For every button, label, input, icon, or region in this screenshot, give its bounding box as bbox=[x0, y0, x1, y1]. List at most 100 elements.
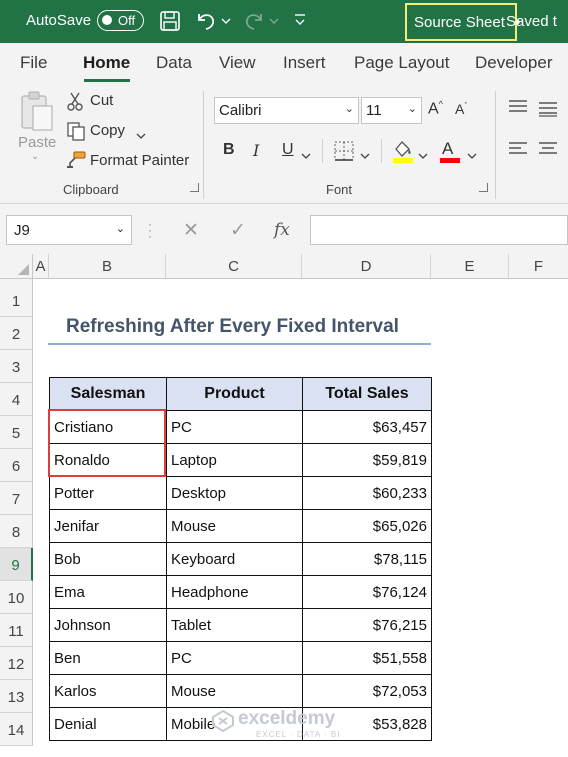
paste-button[interactable]: Paste ⌄ bbox=[16, 90, 56, 166]
insert-function-icon[interactable]: fx bbox=[274, 220, 290, 240]
row-header-13[interactable]: 13 bbox=[0, 680, 33, 713]
header-salesman[interactable]: Salesman bbox=[49, 377, 167, 411]
row-header-14[interactable]: 14 bbox=[0, 713, 33, 746]
customize-toolbar-icon[interactable] bbox=[293, 12, 307, 33]
align-left-icon[interactable] bbox=[508, 141, 528, 162]
product-cell[interactable]: Tablet bbox=[166, 608, 303, 642]
salesman-cell[interactable]: Karlos bbox=[49, 674, 167, 708]
tab-data[interactable]: Data bbox=[156, 53, 192, 73]
total-sales-cell[interactable]: $72,053 bbox=[302, 674, 432, 708]
total-sales-cell[interactable]: $78,115 bbox=[302, 542, 432, 576]
product-cell[interactable]: Headphone bbox=[166, 575, 303, 609]
font-launcher-icon[interactable] bbox=[479, 183, 488, 192]
select-all-corner[interactable] bbox=[0, 254, 33, 279]
salesman-cell[interactable]: Johnson bbox=[49, 608, 167, 642]
product-cell[interactable]: PC bbox=[166, 641, 303, 675]
product-cell[interactable]: Desktop bbox=[166, 476, 303, 510]
tab-insert[interactable]: Insert bbox=[283, 53, 326, 73]
row-header-8[interactable]: 8 bbox=[0, 515, 33, 548]
column-header-f[interactable]: F bbox=[509, 254, 568, 279]
column-header-c[interactable]: C bbox=[166, 254, 302, 279]
copy-button[interactable]: Copy bbox=[90, 122, 125, 139]
format-painter-button[interactable]: Format Painter bbox=[90, 152, 189, 169]
sheet-title[interactable]: Refreshing After Every Fixed Interval bbox=[66, 316, 399, 338]
fill-color-dropdown-icon[interactable] bbox=[418, 147, 428, 165]
worksheet-grid[interactable]: A B C D E F 1 2 3 4 5 6 7 8 9 10 11 12 1… bbox=[0, 254, 568, 757]
salesman-cell[interactable]: Ema bbox=[49, 575, 167, 609]
column-header-e[interactable]: E bbox=[431, 254, 509, 279]
save-icon[interactable] bbox=[159, 10, 181, 37]
cut-icon[interactable] bbox=[66, 91, 84, 116]
font-name-select[interactable]: Calibri ⌄ bbox=[214, 97, 359, 124]
salesman-cell[interactable]: Denial bbox=[49, 707, 167, 741]
row-header-6[interactable]: 6 bbox=[0, 449, 33, 482]
salesman-cell[interactable]: Jenifar bbox=[49, 509, 167, 543]
row-header-7[interactable]: 7 bbox=[0, 482, 33, 515]
italic-button[interactable]: I bbox=[253, 141, 259, 160]
column-header-d[interactable]: D bbox=[302, 254, 431, 279]
header-product[interactable]: Product bbox=[166, 377, 303, 411]
format-painter-icon[interactable] bbox=[65, 150, 87, 175]
column-header-b[interactable]: B bbox=[49, 254, 166, 279]
tab-view[interactable]: View bbox=[219, 53, 256, 73]
total-sales-cell[interactable]: $51,558 bbox=[302, 641, 432, 675]
row-header-12[interactable]: 12 bbox=[0, 647, 33, 680]
row-header-4[interactable]: 4 bbox=[0, 383, 33, 416]
row-header-11[interactable]: 11 bbox=[0, 614, 33, 647]
undo-dropdown-icon[interactable] bbox=[221, 13, 231, 31]
underline-dropdown-icon[interactable] bbox=[301, 147, 311, 165]
fill-color-icon[interactable] bbox=[391, 138, 415, 169]
tab-page-layout[interactable]: Page Layout bbox=[354, 53, 449, 73]
more-options-icon[interactable]: · · · bbox=[148, 218, 152, 242]
row-header-3[interactable]: 3 bbox=[0, 350, 33, 383]
font-color-dropdown-icon[interactable] bbox=[467, 147, 477, 165]
font-size-select[interactable]: 11 ⌄ bbox=[361, 97, 422, 124]
undo-icon[interactable] bbox=[194, 10, 218, 37]
row-header-9[interactable]: 9 bbox=[0, 548, 33, 581]
formula-input[interactable] bbox=[310, 215, 568, 245]
name-box[interactable]: J9 ⌄ bbox=[6, 215, 132, 245]
total-sales-cell[interactable]: $59,819 bbox=[302, 443, 432, 477]
font-color-button[interactable]: A bbox=[439, 137, 461, 165]
header-total-sales[interactable]: Total Sales bbox=[302, 377, 432, 411]
product-cell[interactable]: PC bbox=[166, 410, 303, 444]
tab-developer[interactable]: Developer bbox=[475, 53, 553, 73]
row-header-1[interactable]: 1 bbox=[0, 284, 33, 317]
autosave-toggle[interactable]: Off bbox=[97, 10, 144, 31]
cancel-icon[interactable]: ✕ bbox=[183, 219, 199, 242]
salesman-cell[interactable]: Bob bbox=[49, 542, 167, 576]
copy-icon[interactable] bbox=[66, 121, 86, 146]
align-center-icon[interactable] bbox=[538, 141, 558, 162]
copy-dropdown-icon[interactable] bbox=[136, 127, 146, 145]
borders-icon[interactable] bbox=[333, 140, 355, 167]
row-header-2[interactable]: 2 bbox=[0, 317, 33, 350]
redo-icon[interactable] bbox=[242, 10, 266, 37]
total-sales-cell[interactable]: $63,457 bbox=[302, 410, 432, 444]
borders-dropdown-icon[interactable] bbox=[360, 147, 370, 165]
align-top-icon[interactable] bbox=[508, 99, 528, 120]
cut-button[interactable]: Cut bbox=[90, 92, 113, 109]
align-middle-icon[interactable] bbox=[538, 101, 558, 122]
total-sales-cell[interactable]: $65,026 bbox=[302, 509, 432, 543]
row-header-5[interactable]: 5 bbox=[0, 416, 33, 449]
total-sales-cell[interactable]: $76,215 bbox=[302, 608, 432, 642]
redo-dropdown-icon[interactable] bbox=[269, 13, 279, 31]
total-sales-cell[interactable]: $76,124 bbox=[302, 575, 432, 609]
product-cell[interactable]: Laptop bbox=[166, 443, 303, 477]
tab-file[interactable]: File bbox=[20, 53, 47, 73]
product-cell[interactable]: Mouse bbox=[166, 509, 303, 543]
increase-font-size-icon[interactable]: A^ bbox=[428, 99, 443, 118]
salesman-cell[interactable]: Potter bbox=[49, 476, 167, 510]
document-title[interactable]: Source Sheet • bbox=[405, 3, 520, 41]
total-sales-cell[interactable]: $60,233 bbox=[302, 476, 432, 510]
salesman-cell[interactable]: Ben bbox=[49, 641, 167, 675]
bold-button[interactable]: B bbox=[223, 141, 235, 159]
tab-home[interactable]: Home bbox=[83, 53, 130, 73]
column-header-a[interactable]: A bbox=[33, 254, 49, 279]
product-cell[interactable]: Keyboard bbox=[166, 542, 303, 576]
row-header-10[interactable]: 10 bbox=[0, 581, 33, 614]
product-cell[interactable]: Mouse bbox=[166, 674, 303, 708]
underline-button[interactable]: U bbox=[282, 141, 294, 159]
decrease-font-size-icon[interactable]: Aˇ bbox=[455, 101, 467, 117]
enter-icon[interactable]: ✓ bbox=[230, 219, 246, 242]
